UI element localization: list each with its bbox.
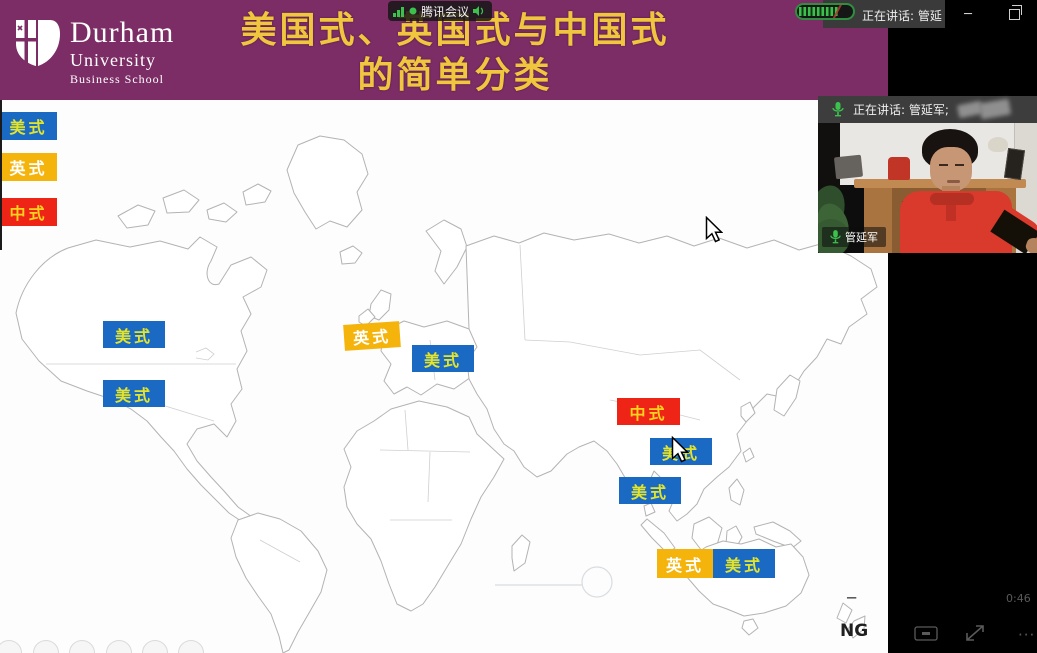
speaking-label-webcam: 正在讲话: 管延军; <box>853 101 949 118</box>
expand-icon[interactable] <box>962 621 988 645</box>
restore-button[interactable] <box>994 0 1034 28</box>
person-eye <box>955 164 964 166</box>
shared-screen-slide: Durham University Business School 美国式、英国… <box>0 0 890 653</box>
speaker-icon <box>473 6 484 16</box>
map-label-australia-east: 美式 <box>713 549 775 578</box>
person-mouth <box>947 180 960 183</box>
meeting-timer: 0:46 <box>1006 592 1031 605</box>
participant-name-tag: 管延军 <box>822 227 886 247</box>
map-label-australia-west: 英式 <box>657 549 713 578</box>
person-eye <box>939 164 948 166</box>
logo-sub: University <box>70 51 174 69</box>
map-label-usa: 美式 <box>103 380 165 407</box>
hoodie-zip <box>946 205 956 221</box>
legend-british: 英式 <box>0 153 57 181</box>
speaking-label-top: 正在讲话: 管延 <box>862 7 944 24</box>
slide-edge-strip <box>0 100 2 250</box>
presenter-cursor-icon <box>671 436 689 463</box>
map-label-uk: 英式 <box>343 321 401 351</box>
signal-bars-icon <box>393 6 405 17</box>
map-label-china: 中式 <box>617 398 680 425</box>
logo-division: Business School <box>70 73 174 85</box>
map-label-europe: 美式 <box>412 345 474 372</box>
durham-logo: Durham University Business School <box>14 18 174 85</box>
mouse-cursor-icon <box>705 216 723 243</box>
durham-shield-icon <box>14 18 60 72</box>
slide-dash-mark: ─ <box>847 589 856 607</box>
participant-name: 管延军 <box>845 229 878 245</box>
webcam-overlay[interactable]: 正在讲话: 管延军; <box>818 96 1037 253</box>
webcam-video: 管延军 <box>818 123 1037 253</box>
webcam-header: 正在讲话: 管延军; <box>818 96 1037 123</box>
volume-meter <box>795 3 855 20</box>
meeting-app-pill[interactable]: 腾讯会议 <box>388 1 492 21</box>
red-ornament <box>888 157 910 180</box>
restore-icon <box>1009 9 1020 20</box>
meeting-app-name: 腾讯会议 <box>421 3 469 20</box>
more-options-button[interactable]: ··· <box>1018 626 1035 644</box>
microphone-icon <box>832 102 844 117</box>
hoodie-collar <box>930 193 974 205</box>
legend-american: 美式 <box>0 112 57 140</box>
person-face <box>930 147 972 191</box>
map-label-southeast-asia: 美式 <box>619 477 681 504</box>
slide-title: 美国式、英国式与中国式 的简单分类 <box>165 8 745 98</box>
blurred-name <box>979 99 1011 120</box>
volume-level-bars <box>799 7 838 16</box>
meeting-window: Durham University Business School 美国式、英国… <box>0 0 1037 653</box>
skull-ornament <box>988 137 1008 152</box>
logo-name: Durham <box>70 18 174 48</box>
legend-chinese: 中式 <box>0 198 57 226</box>
microphone-icon <box>830 230 841 244</box>
map-label-canada: 美式 <box>103 321 165 348</box>
slide-title-line2: 的简单分类 <box>165 53 745 98</box>
wall-panel <box>834 155 863 180</box>
minimize-button[interactable]: ─ <box>948 0 988 28</box>
slide-watermark: NG <box>840 621 868 641</box>
status-dot-icon <box>409 7 417 15</box>
keyboard-icon[interactable] <box>914 626 938 641</box>
